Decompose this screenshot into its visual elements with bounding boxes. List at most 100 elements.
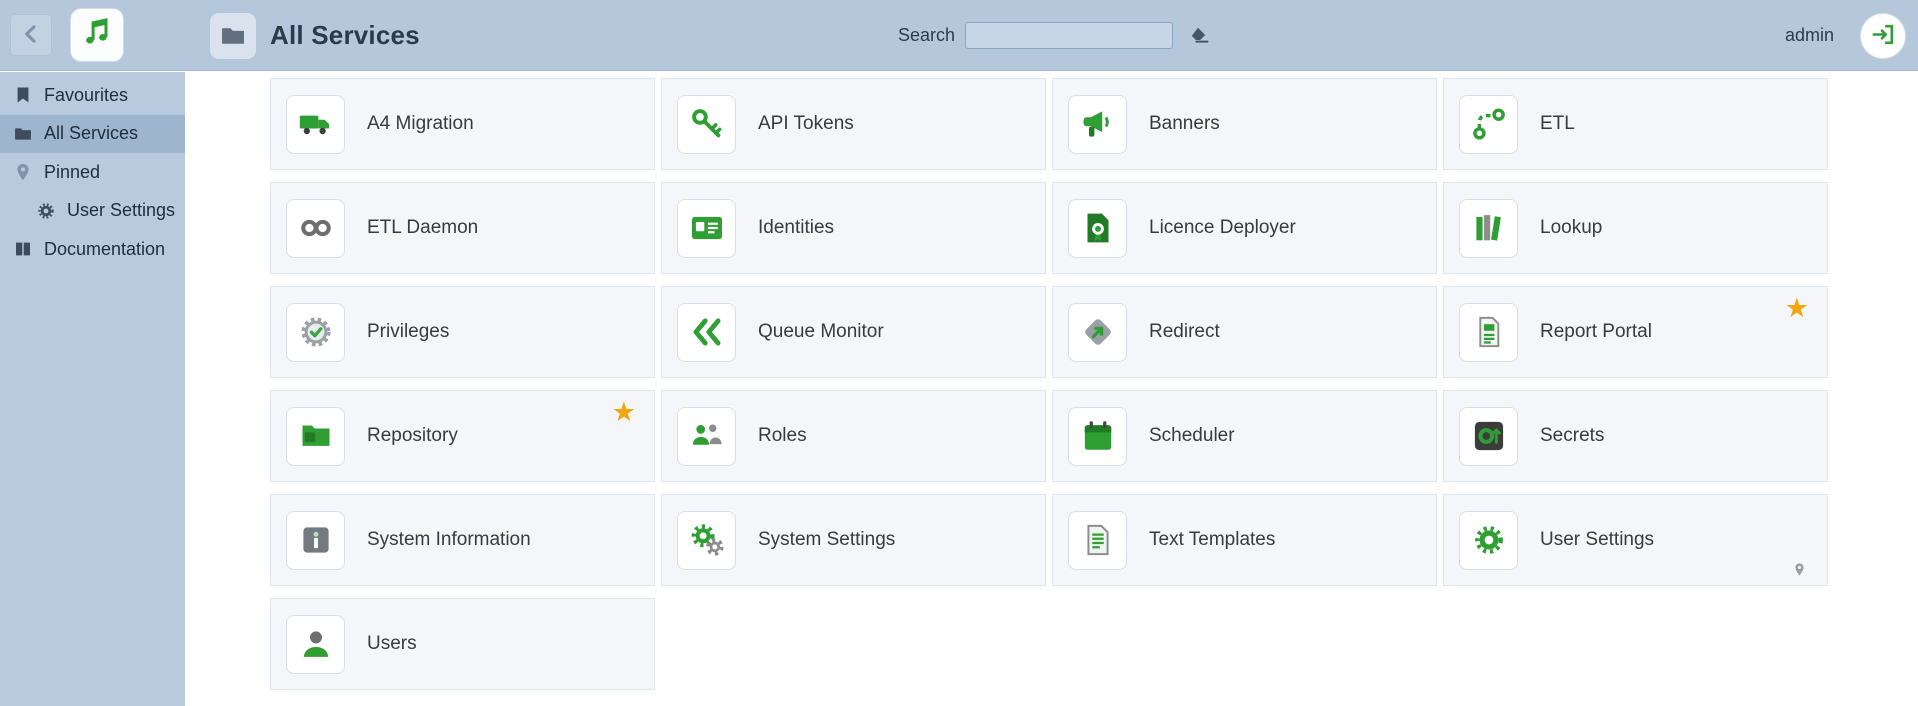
sidebar-item-label: All Services [44,123,138,144]
service-card-label: Privileges [367,321,449,343]
back-button[interactable] [10,14,52,56]
service-card-label: Repository [367,425,458,447]
gear-icon [35,200,57,222]
service-card-label: Lookup [1540,217,1602,239]
book-icon [12,238,34,260]
repository-folder-icon [286,407,345,466]
service-card-label: Queue Monitor [758,321,884,343]
chevrons-icon [677,303,736,362]
pin-icon [1792,562,1807,577]
search-input[interactable] [965,22,1173,49]
service-card-report-portal[interactable]: Report Portal ★ [1443,286,1828,378]
service-card-scheduler[interactable]: Scheduler ★ [1052,390,1437,482]
favourite-star-icon[interactable]: ★ [612,399,636,426]
search-label: Search [898,25,955,46]
service-card-identities[interactable]: Identities ★ [661,182,1046,274]
service-card-a4-migration[interactable]: A4 Migration ★ [270,78,655,170]
secrets-icon [1459,407,1518,466]
sidebar: Favourites All Services Pinned User Sett… [0,72,185,706]
certificate-icon [1068,199,1127,258]
calendar-icon [1068,407,1127,466]
service-card-label: User Settings [1540,529,1654,551]
info-icon [286,511,345,570]
service-card-label: A4 Migration [367,113,474,135]
service-card-label: System Settings [758,529,895,551]
service-card-redirect[interactable]: Redirect ★ [1052,286,1437,378]
music-note-icon [79,15,115,56]
megaphone-icon [1068,95,1127,154]
main-content: A4 Migration ★ API Tokens ★ Banners ★ [185,72,1918,706]
sidebar-item-favourites[interactable]: Favourites [0,76,185,115]
gears-icon [677,511,736,570]
service-card-label: Secrets [1540,425,1604,447]
service-card-label: API Tokens [758,113,854,135]
service-card-user-settings[interactable]: User Settings ★ [1443,494,1828,586]
sidebar-item-label: Documentation [44,239,165,260]
bookmark-icon [12,84,34,106]
services-grid: A4 Migration ★ API Tokens ★ Banners ★ [270,78,1918,690]
service-card-label: Report Portal [1540,321,1652,343]
document-icon [1068,511,1127,570]
sidebar-item-label: Pinned [44,162,100,183]
service-card-etl-daemon[interactable]: ETL Daemon ★ [270,182,655,274]
clear-search-button[interactable] [1183,20,1215,52]
key-icon [677,95,736,154]
books-icon [1459,199,1518,258]
service-card-system-settings[interactable]: System Settings ★ [661,494,1046,586]
service-card-label: Scheduler [1149,425,1235,447]
sidebar-item-user-settings[interactable]: User Settings [0,192,185,231]
badge-check-icon [286,303,345,362]
service-card-etl[interactable]: ETL ★ [1443,78,1828,170]
service-card-secrets[interactable]: Secrets ★ [1443,390,1828,482]
service-card-label: System Information [367,529,531,551]
favourite-star-icon[interactable]: ★ [1785,295,1809,322]
service-card-text-templates[interactable]: Text Templates ★ [1052,494,1437,586]
gear-icon [1459,511,1518,570]
sidebar-item-all-services[interactable]: All Services [0,115,185,154]
sidebar-nav: Favourites All Services Pinned User Sett… [0,76,185,269]
page-title: All Services [270,20,420,51]
service-card-label: Identities [758,217,834,239]
person-icon [286,615,345,674]
service-card-api-tokens[interactable]: API Tokens ★ [661,78,1046,170]
service-card-repository[interactable]: Repository ★ [270,390,655,482]
title-area: All Services [210,0,420,71]
sidebar-item-label: Favourites [44,85,128,106]
logout-button[interactable] [1860,13,1906,59]
service-card-label: Text Templates [1149,529,1275,551]
report-icon [1459,303,1518,362]
infinity-icon [286,199,345,258]
service-card-roles[interactable]: Roles ★ [661,390,1046,482]
sidebar-item-pinned[interactable]: Pinned [0,153,185,192]
pin-icon [12,161,34,183]
service-card-label: Roles [758,425,807,447]
service-card-lookup[interactable]: Lookup ★ [1443,182,1828,274]
title-folder-icon [210,13,256,59]
service-card-label: Users [367,633,417,655]
people-icon [677,407,736,466]
service-card-privileges[interactable]: Privileges ★ [270,286,655,378]
eraser-icon [1187,22,1211,49]
app-window: All Services Search admin [0,0,1918,706]
chevron-left-icon [18,21,44,50]
service-card-system-information[interactable]: System Information ★ [270,494,655,586]
username: admin [1785,25,1834,46]
truck-icon [286,95,345,154]
service-card-banners[interactable]: Banners ★ [1052,78,1437,170]
sidebar-item-documentation[interactable]: Documentation [0,230,185,269]
flow-icon [1459,95,1518,154]
service-card-label: Banners [1149,113,1220,135]
service-card-label: ETL [1540,113,1575,135]
service-card-users[interactable]: Users ★ [270,598,655,690]
sidebar-item-label: User Settings [67,200,175,221]
topbar: All Services Search admin [0,0,1918,71]
service-card-label: ETL Daemon [367,217,478,239]
service-card-licence-deployer[interactable]: Licence Deployer ★ [1052,182,1437,274]
service-card-queue-monitor[interactable]: Queue Monitor ★ [661,286,1046,378]
folder-icon [12,123,34,145]
app-logo[interactable] [70,8,124,62]
user-area: admin [1785,0,1906,71]
service-card-label: Redirect [1149,321,1220,343]
id-card-icon [677,199,736,258]
logout-icon [1870,21,1897,51]
